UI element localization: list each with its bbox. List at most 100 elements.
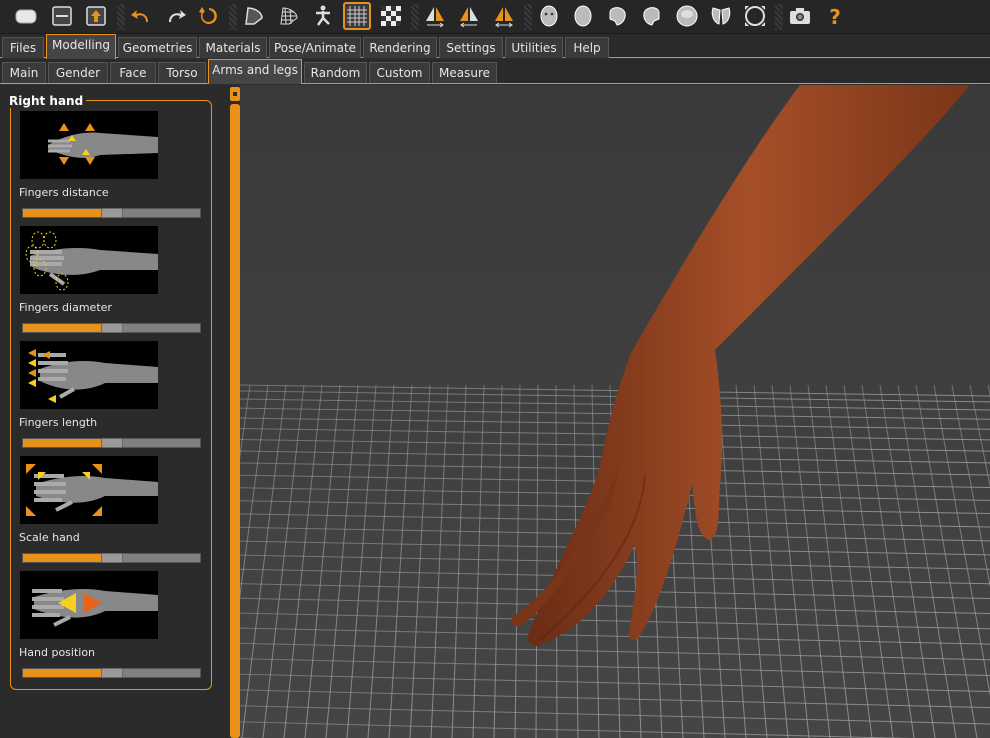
modifier-label: Hand position — [19, 646, 96, 659]
modifier-scale-hand: Scale hand — [19, 456, 204, 568]
tab-help[interactable]: Help — [565, 37, 609, 58]
grid-line — [304, 384, 341, 738]
pose-icon[interactable] — [309, 2, 337, 30]
slider-handle[interactable] — [100, 438, 123, 448]
grid-line — [451, 384, 467, 738]
symmetry-right-icon[interactable] — [421, 2, 449, 30]
smooth-icon[interactable] — [240, 2, 268, 30]
makehuman-window: ? Files Modelling Geometries Materials P… — [0, 0, 990, 738]
grid-line — [535, 384, 539, 738]
panel-scrollbar[interactable] — [229, 85, 240, 738]
hand-position-slider[interactable] — [22, 668, 201, 678]
tab-files[interactable]: Files — [2, 37, 44, 58]
tab-utilities[interactable]: Utilities — [505, 37, 563, 58]
grid-line — [753, 384, 789, 738]
hand-model — [511, 85, 970, 647]
export-icon[interactable] — [82, 2, 110, 30]
left-view-icon[interactable] — [603, 2, 631, 30]
scale-hand-thumbnail[interactable] — [20, 456, 158, 524]
help-icon[interactable]: ? — [821, 2, 849, 30]
svg-text:?: ? — [829, 5, 841, 28]
subtab-custom[interactable]: Custom — [369, 62, 430, 83]
fingers-length-slider[interactable] — [22, 438, 201, 448]
grid-line — [735, 384, 768, 738]
back-view-icon[interactable] — [569, 2, 597, 30]
modifier-fingers-distance: Fingers distance — [19, 111, 204, 223]
screenshot-icon[interactable] — [786, 2, 814, 30]
grid-line — [409, 384, 431, 738]
checker-icon[interactable] — [377, 2, 405, 30]
subtab-arms-and-legs[interactable]: Arms and legs — [208, 59, 302, 84]
grid-line — [283, 384, 323, 738]
reset-camera-icon[interactable] — [741, 2, 769, 30]
grid-line — [240, 384, 990, 397]
fingers-diameter-slider[interactable] — [22, 323, 201, 333]
subtab-torso[interactable]: Torso — [158, 62, 206, 83]
tab-geometries[interactable]: Geometries — [118, 37, 197, 58]
front-view-icon[interactable] — [535, 2, 563, 30]
subtab-main[interactable]: Main — [2, 62, 46, 83]
grid-line — [240, 721, 913, 738]
fingers-diameter-thumbnail[interactable] — [20, 226, 158, 294]
hand-position-thumbnail[interactable] — [20, 571, 158, 639]
redo-icon[interactable] — [162, 2, 190, 30]
slider-handle[interactable] — [100, 323, 123, 333]
symmetry-left-icon[interactable] — [455, 2, 483, 30]
tab-rendering[interactable]: Rendering — [363, 37, 437, 58]
main-tab-bar: Files Modelling Geometries Materials Pos… — [0, 34, 990, 59]
tab-materials[interactable]: Materials — [199, 37, 267, 58]
grid-line — [472, 384, 485, 738]
3d-viewport[interactable] — [240, 85, 990, 738]
modifier-label: Fingers diameter — [19, 301, 112, 314]
grid-line — [240, 583, 990, 600]
top-view-icon[interactable] — [673, 2, 701, 30]
fingers-length-thumbnail[interactable] — [20, 341, 158, 409]
grid-line — [388, 384, 413, 738]
group-title: Right hand — [6, 94, 87, 108]
modifier-fingers-length: Fingers length — [19, 341, 204, 453]
grid-line — [240, 627, 990, 645]
modifier-hand-position: Hand position — [19, 571, 204, 683]
subtab-measure[interactable]: Measure — [432, 62, 497, 83]
save-icon[interactable] — [48, 2, 76, 30]
subtab-face[interactable]: Face — [110, 62, 156, 83]
modifier-fingers-diameter: Fingers diameter — [19, 226, 204, 338]
tab-settings[interactable]: Settings — [439, 37, 503, 58]
grid-line — [951, 384, 990, 588]
new-file-icon[interactable] — [12, 2, 40, 30]
scroll-up-button[interactable] — [230, 87, 240, 101]
modifier-label: Fingers length — [19, 416, 98, 429]
right-view-icon[interactable] — [638, 2, 666, 30]
wireframe-icon[interactable] — [275, 2, 303, 30]
grid-line — [514, 384, 521, 738]
slider-handle[interactable] — [100, 553, 123, 563]
toolbar: ? — [0, 0, 990, 34]
sub-tab-bar: Main Gender Face Torso Arms and legs Ran… — [0, 59, 990, 84]
fingers-distance-slider[interactable] — [22, 208, 201, 218]
grid-line — [555, 384, 558, 738]
subtab-random[interactable]: Random — [304, 62, 367, 83]
slider-handle[interactable] — [100, 668, 123, 678]
tab-pose-animate[interactable]: Pose/Animate — [269, 37, 361, 58]
grid-line — [240, 705, 990, 725]
grid-line — [241, 384, 287, 738]
grid-line — [969, 384, 990, 489]
grid-line — [430, 384, 449, 738]
grid-line — [262, 384, 305, 738]
symmetry-icon[interactable] — [490, 2, 518, 30]
slider-handle[interactable] — [100, 208, 123, 218]
grid-line — [240, 689, 990, 709]
grid-line — [325, 384, 359, 738]
fingers-distance-thumbnail[interactable] — [20, 111, 158, 179]
scrollbar-thumb[interactable] — [230, 104, 240, 738]
reset-icon[interactable] — [195, 2, 223, 30]
bottom-view-icon[interactable] — [707, 2, 735, 30]
grid-line — [240, 597, 990, 615]
scale-hand-slider[interactable] — [22, 553, 201, 563]
subtab-gender[interactable]: Gender — [48, 62, 108, 83]
undo-icon[interactable] — [127, 2, 155, 30]
grid-line — [789, 384, 831, 738]
modifier-label: Scale hand — [19, 531, 80, 544]
tab-modelling[interactable]: Modelling — [46, 34, 116, 59]
grid-icon[interactable] — [343, 2, 371, 30]
